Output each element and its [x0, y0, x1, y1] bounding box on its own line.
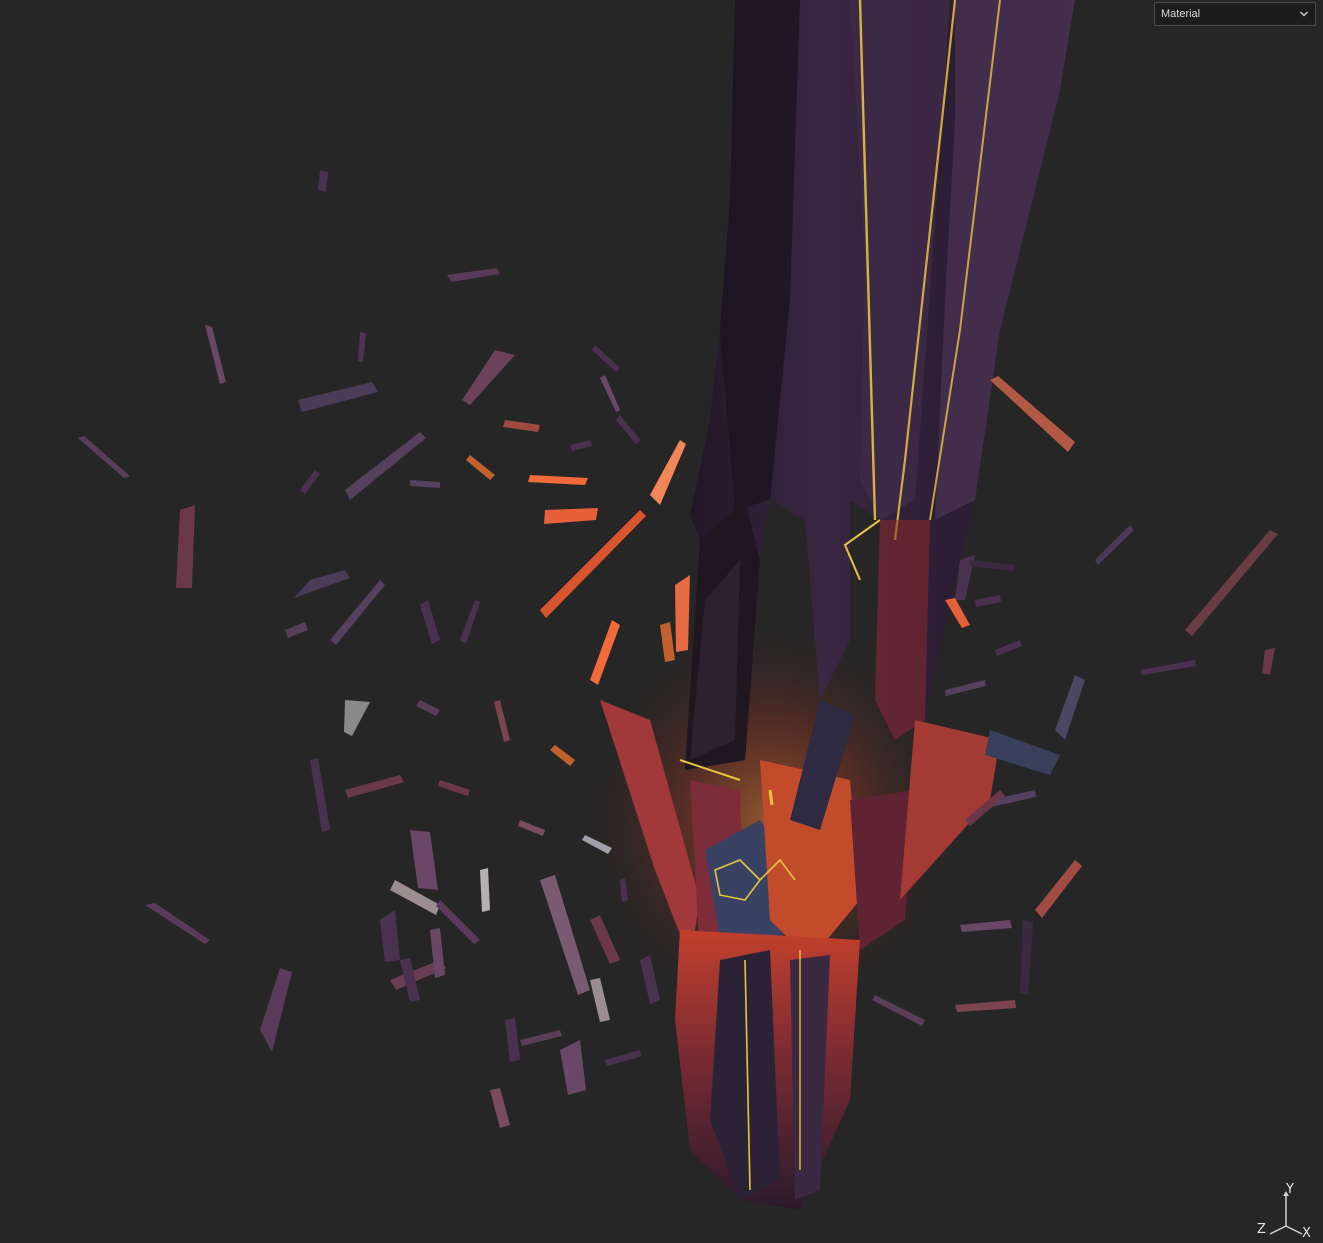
chevron-down-icon: [1300, 11, 1308, 17]
scene-render[interactable]: [0, 0, 1323, 1243]
crystal-pillar: [685, 0, 1075, 770]
render-mode-dropdown[interactable]: Material: [1154, 2, 1316, 26]
axis-z-label: Z: [1257, 1222, 1266, 1237]
render-mode-label: Material: [1161, 8, 1201, 20]
axis-gizmo[interactable]: Y Z X: [1254, 1182, 1314, 1241]
3d-viewport[interactable]: Material Y Z X: [0, 0, 1323, 1243]
axis-x-label: X: [1302, 1226, 1311, 1241]
axis-y-label: Y: [1286, 1182, 1294, 1197]
